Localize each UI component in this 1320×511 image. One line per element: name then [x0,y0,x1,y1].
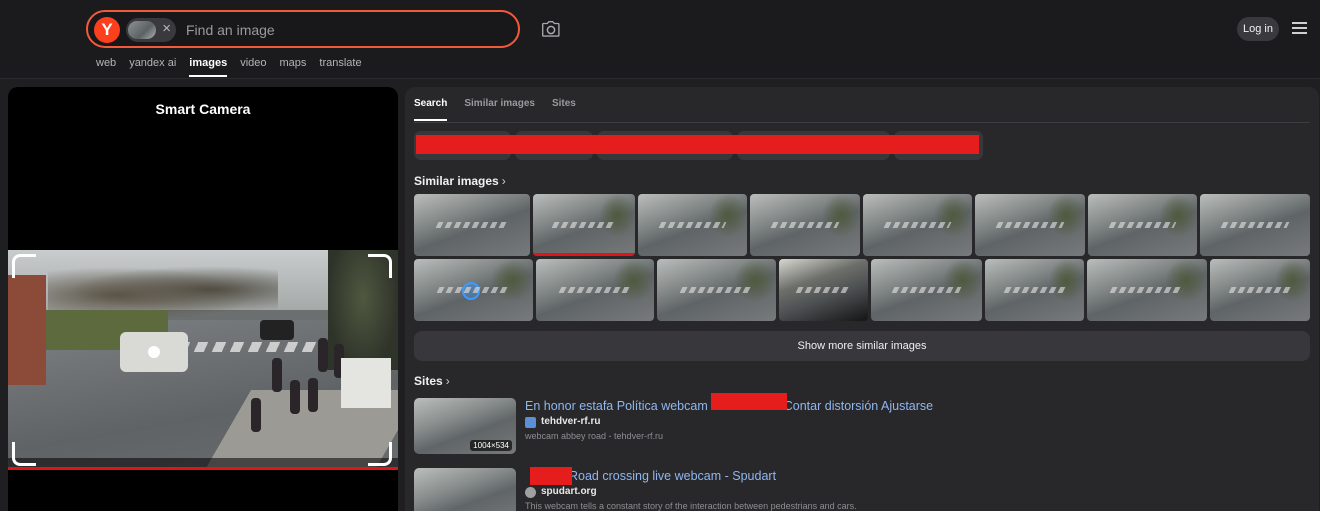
results-tabs: Search Similar images Sites [414,98,593,121]
sites-heading[interactable]: Sites › [414,374,450,388]
query-image[interactable] [8,250,398,470]
site-favicon-icon [525,417,536,428]
similar-image-thumb[interactable] [657,259,776,321]
similar-image-thumb[interactable] [414,194,530,256]
image-dimensions: 1004×534 [470,440,512,451]
redaction-box [711,393,787,410]
similar-image-thumb[interactable] [975,194,1085,256]
similar-image-thumb[interactable] [1088,194,1197,256]
query-image-thumbnail [128,21,156,39]
smart-camera-panel: Smart Camera [8,87,398,511]
similar-image-thumb[interactable] [638,194,747,256]
tab-video[interactable]: video [240,57,266,77]
search-input[interactable] [186,20,506,40]
tab-images[interactable]: images [189,57,228,77]
panel-title: Smart Camera [155,101,251,117]
tab-similar-images[interactable]: Similar images [464,98,535,121]
similar-image-thumb[interactable] [536,259,654,321]
similar-image-thumb[interactable] [863,194,972,256]
tab-sites[interactable]: Sites [552,98,576,121]
login-button[interactable]: Log in [1237,17,1279,41]
site-domain[interactable]: spudart.org [541,486,597,497]
yandex-logo[interactable]: Y [94,17,120,43]
site-favicon-icon [525,487,536,498]
crop-handle-bottom-left[interactable] [12,442,36,466]
show-more-similar-button[interactable]: Show more similar images [414,331,1310,361]
play-icon [462,282,480,300]
site-result: Road crossing live webcam - Spudart spud… [414,467,1310,511]
object-marker[interactable] [148,346,160,358]
tab-search[interactable]: Search [414,98,448,121]
redaction-box [530,467,572,485]
site-result-thumbnail[interactable]: 1004×534 [414,398,516,454]
similar-image-thumb[interactable] [1200,194,1310,256]
search-image-chip[interactable]: × [126,18,176,42]
similar-image-thumb[interactable] [750,194,860,256]
similar-image-thumb[interactable] [1087,259,1207,321]
similar-images-heading[interactable]: Similar images › [414,174,506,188]
tab-web[interactable]: web [96,57,116,77]
site-description: webcam abbey road - tehdver-rf.ru [525,431,664,441]
chevron-right-icon: › [445,374,450,388]
chevron-right-icon: › [501,174,506,188]
tab-yandex-ai[interactable]: yandex ai [129,57,176,77]
similar-image-thumb[interactable] [1210,259,1310,321]
crop-handle-top-right[interactable] [368,254,392,278]
crop-handle-bottom-right[interactable] [368,442,392,466]
site-result-thumbnail[interactable] [414,468,516,511]
tab-translate[interactable]: translate [319,57,361,77]
similar-image-thumb[interactable] [871,259,982,321]
search-type-tabs: web yandex ai images video maps translat… [96,57,375,77]
redaction-box [416,135,979,154]
similar-image-thumb[interactable] [985,259,1084,321]
site-description: This webcam tells a constant story of th… [525,501,857,511]
similar-image-thumb[interactable] [414,259,533,321]
menu-icon[interactable] [1292,22,1307,34]
camera-icon[interactable] [540,19,562,41]
similar-image-thumb[interactable] [779,259,868,321]
results-panel: Search Similar images Sites Similar imag… [405,87,1319,511]
site-result: 1004×534 En honor estafa Política webcam… [414,393,1310,458]
site-domain[interactable]: tehdver-rf.ru [541,416,600,427]
header: Y × web yandex ai images video maps tran… [0,0,1320,79]
similar-image-thumb[interactable] [533,194,635,256]
tab-maps[interactable]: maps [280,57,307,77]
search-bar[interactable]: Y × [86,10,520,48]
crop-handle-top-left[interactable] [12,254,36,278]
close-icon[interactable]: × [162,20,171,37]
